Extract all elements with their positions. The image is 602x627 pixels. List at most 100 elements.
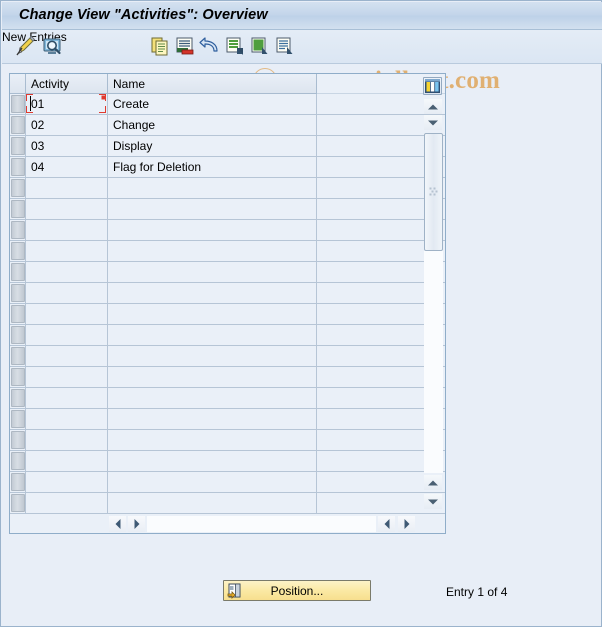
copy-as-icon[interactable] <box>149 35 171 57</box>
row-select-button[interactable] <box>11 242 25 260</box>
row-selector-cell[interactable] <box>10 220 26 241</box>
row-selector-cell[interactable] <box>10 346 26 367</box>
row-select-button[interactable] <box>11 95 25 113</box>
row-selector-cell[interactable] <box>10 136 26 157</box>
cell-name[interactable] <box>108 493 317 514</box>
cell-activity[interactable] <box>26 325 108 346</box>
table-row[interactable] <box>10 388 445 409</box>
table-row[interactable] <box>10 262 445 283</box>
row-selector-cell[interactable] <box>10 283 26 304</box>
cell-activity[interactable] <box>26 241 108 262</box>
row-selector-cell[interactable] <box>10 157 26 178</box>
column-configuration-icon[interactable] <box>423 77 442 95</box>
scroll-page-down-icon[interactable] <box>424 494 442 509</box>
row-select-button[interactable] <box>11 347 25 365</box>
table-row[interactable] <box>10 325 445 346</box>
table-row[interactable]: 02 Change <box>10 115 445 136</box>
cell-name[interactable] <box>108 388 317 409</box>
scroll-right-icon[interactable] <box>128 516 145 532</box>
cell-name[interactable] <box>108 220 317 241</box>
cell-activity[interactable]: 01 <box>26 94 108 115</box>
row-selector-cell[interactable] <box>10 94 26 115</box>
row-select-button[interactable] <box>11 200 25 218</box>
horizontal-scrollbar[interactable] <box>105 514 420 534</box>
column-header-name[interactable]: Name <box>108 74 317 94</box>
table-row[interactable] <box>10 451 445 472</box>
table-row[interactable]: 03 Display <box>10 136 445 157</box>
cell-activity[interactable] <box>26 283 108 304</box>
row-select-button[interactable] <box>11 305 25 323</box>
row-selector-cell[interactable] <box>10 367 26 388</box>
new-entries-button[interactable]: New Entries <box>2 30 602 44</box>
row-select-button[interactable] <box>11 431 25 449</box>
select-all-icon[interactable] <box>224 35 246 57</box>
cell-name[interactable] <box>108 367 317 388</box>
row-select-button[interactable] <box>11 368 25 386</box>
row-select-button[interactable] <box>11 326 25 344</box>
cell-name[interactable] <box>108 283 317 304</box>
row-selector-cell[interactable] <box>10 241 26 262</box>
scroll-page-left-icon[interactable] <box>378 516 395 532</box>
column-header-activity[interactable]: Activity <box>26 74 108 94</box>
table-row[interactable]: 01 Create <box>10 94 445 115</box>
horizontal-scrollbar-track[interactable] <box>147 516 376 532</box>
row-select-button[interactable] <box>11 473 25 491</box>
cell-name[interactable] <box>108 199 317 220</box>
table-row[interactable] <box>10 430 445 451</box>
cell-activity[interactable] <box>26 262 108 283</box>
row-selector-cell[interactable] <box>10 430 26 451</box>
cell-name[interactable] <box>108 178 317 199</box>
table-row[interactable]: 04 Flag for Deletion <box>10 157 445 178</box>
cell-activity[interactable] <box>26 199 108 220</box>
cell-name[interactable] <box>108 304 317 325</box>
scroll-page-up-icon[interactable] <box>424 475 442 490</box>
vertical-scrollbar[interactable] <box>420 75 445 513</box>
row-select-button[interactable] <box>11 452 25 470</box>
cell-name[interactable]: Flag for Deletion <box>108 157 317 178</box>
scroll-page-right-icon[interactable] <box>398 516 415 532</box>
row-select-button[interactable] <box>11 116 25 134</box>
cell-activity[interactable] <box>26 346 108 367</box>
row-select-button[interactable] <box>11 263 25 281</box>
row-select-button[interactable] <box>11 137 25 155</box>
table-row[interactable] <box>10 241 445 262</box>
table-row[interactable] <box>10 367 445 388</box>
cell-name[interactable] <box>108 430 317 451</box>
row-selector-cell[interactable] <box>10 472 26 493</box>
table-row[interactable] <box>10 304 445 325</box>
cell-name[interactable] <box>108 451 317 472</box>
cell-name[interactable] <box>108 241 317 262</box>
cell-name[interactable] <box>108 409 317 430</box>
row-select-button[interactable] <box>11 410 25 428</box>
row-selector-cell[interactable] <box>10 493 26 514</box>
row-selector-cell[interactable] <box>10 304 26 325</box>
cell-activity[interactable] <box>26 493 108 514</box>
delete-entry-icon[interactable] <box>174 35 196 57</box>
scroll-down-icon[interactable] <box>424 115 442 130</box>
row-selector-cell[interactable] <box>10 262 26 283</box>
table-row[interactable] <box>10 409 445 430</box>
row-select-button[interactable] <box>11 179 25 197</box>
cell-name[interactable] <box>108 346 317 367</box>
scroll-left-icon[interactable] <box>109 516 126 532</box>
table-row[interactable] <box>10 346 445 367</box>
table-row[interactable] <box>10 220 445 241</box>
cell-activity[interactable]: 02 <box>26 115 108 136</box>
row-select-button[interactable] <box>11 494 25 512</box>
select-all-column-header[interactable] <box>10 74 26 94</box>
cell-activity[interactable] <box>26 220 108 241</box>
row-selector-cell[interactable] <box>10 325 26 346</box>
scroll-up-icon[interactable] <box>424 99 442 114</box>
table-row[interactable] <box>10 493 445 514</box>
row-selector-cell[interactable] <box>10 388 26 409</box>
position-button[interactable]: Position... <box>223 580 371 601</box>
cell-name[interactable] <box>108 262 317 283</box>
row-select-button[interactable] <box>11 221 25 239</box>
row-selector-cell[interactable] <box>10 178 26 199</box>
cell-activity[interactable] <box>26 430 108 451</box>
undo-change-icon[interactable] <box>199 35 221 57</box>
cell-activity[interactable] <box>26 451 108 472</box>
row-selector-cell[interactable] <box>10 199 26 220</box>
row-select-button[interactable] <box>11 389 25 407</box>
cell-activity[interactable] <box>26 409 108 430</box>
